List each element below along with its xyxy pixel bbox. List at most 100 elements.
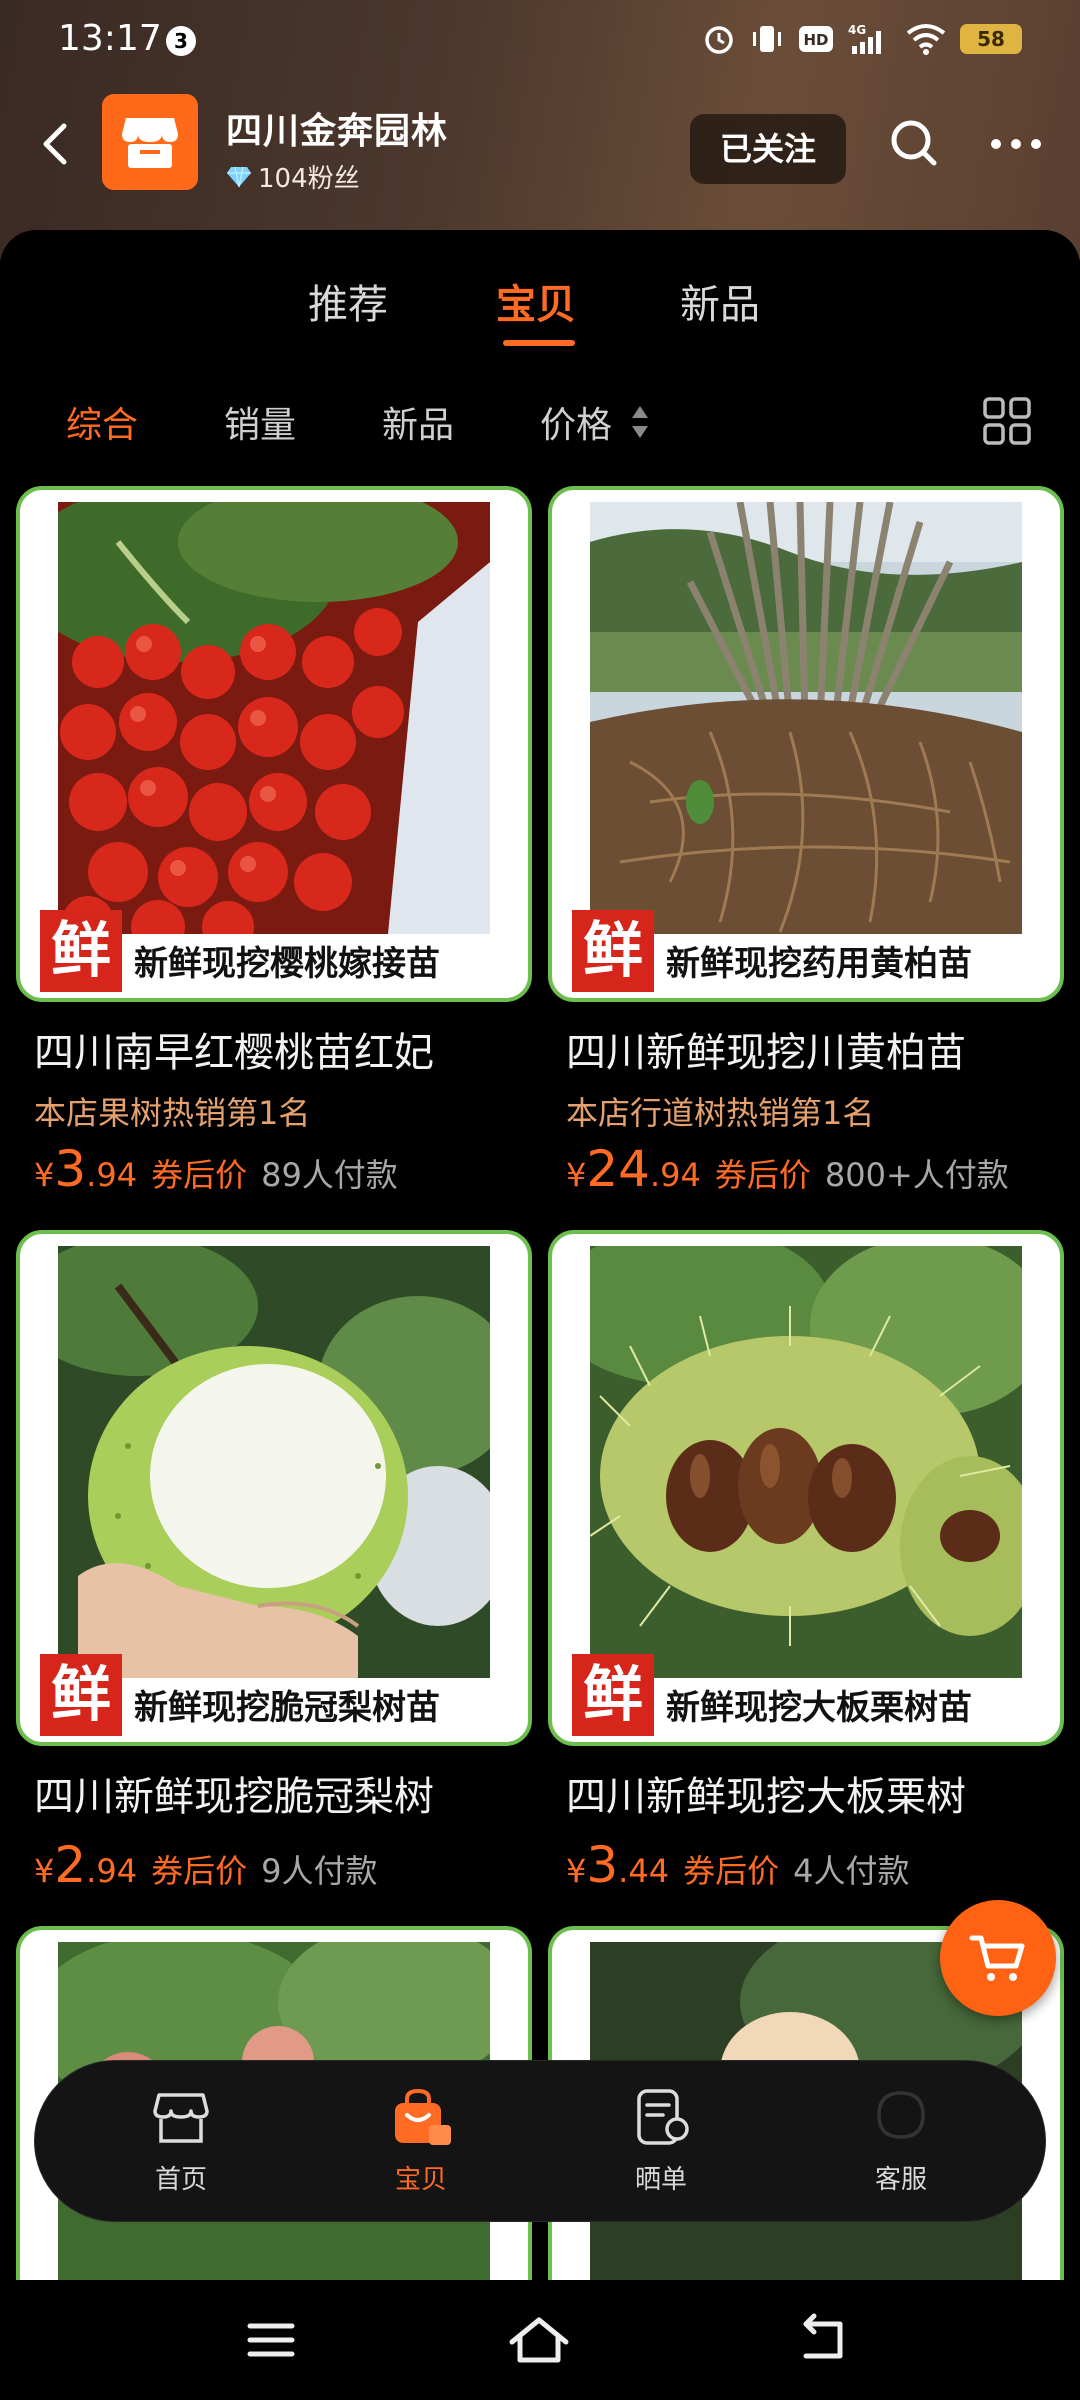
pear-photo — [58, 1246, 490, 1678]
tab-new-arrivals[interactable]: 新品 — [680, 272, 760, 330]
status-icons: HD 4G 58 — [702, 22, 1022, 56]
shop-fans: 104粉丝 — [226, 158, 360, 195]
nav-reviews[interactable]: 晒单 — [591, 2085, 731, 2205]
back-arrow-icon[interactable] — [30, 114, 80, 174]
storefront-icon — [122, 118, 178, 168]
product-title[interactable]: 四川新鲜现挖大板栗树 — [566, 1764, 966, 1822]
menu-icon[interactable] — [236, 2310, 306, 2370]
more-options-icon[interactable] — [986, 114, 1046, 174]
home-icon[interactable] — [504, 2310, 574, 2370]
nav-label: 客服 — [874, 2165, 927, 2195]
sort-overall[interactable]: 综合 — [66, 396, 138, 448]
shop-logo[interactable] — [102, 94, 198, 190]
price-integer: 3 — [54, 1140, 87, 1198]
sort-arrows-icon[interactable] — [628, 402, 652, 442]
banner-text: 新鲜现挖大板栗树苗 — [666, 1688, 972, 1728]
price-label: 券后价 — [151, 1156, 248, 1194]
product-title[interactable]: 四川南早红樱桃苗红妃 — [34, 1020, 434, 1078]
back-icon[interactable] — [788, 2310, 858, 2370]
nav-products[interactable]: 宝贝 — [351, 2085, 491, 2205]
price-label: 券后价 — [683, 1852, 780, 1890]
hd-icon: HD — [799, 26, 833, 52]
fresh-badge: 鲜 — [572, 1654, 654, 1736]
price-decimal: .94 — [86, 1852, 138, 1890]
nav-label: 首页 — [154, 2165, 207, 2195]
follow-button[interactable]: 已关注 — [690, 114, 846, 184]
shop-header: 四川金奔园林 104粉丝 已关注 — [0, 84, 1080, 214]
search-icon[interactable] — [884, 114, 944, 174]
fans-count: 104粉丝 — [258, 164, 360, 194]
price-label: 券后价 — [714, 1156, 811, 1194]
banner-text: 新鲜现挖脆冠梨树苗 — [134, 1688, 440, 1728]
vibrate-icon — [753, 26, 781, 52]
wifi-icon — [906, 24, 946, 55]
svg-text:4G: 4G — [848, 23, 866, 37]
product-banner: 鲜 新鲜现挖大板栗树苗 — [572, 1654, 1040, 1736]
sort-new[interactable]: 新品 — [382, 396, 454, 448]
price-integer: 2 — [54, 1836, 87, 1894]
sort-price[interactable]: 价格 — [540, 396, 612, 448]
product-rank-tag: 本店行道树热销第1名 — [566, 1094, 875, 1132]
service-icon — [877, 2091, 925, 2139]
cherry-photo — [58, 502, 490, 934]
banner-text: 新鲜现挖樱桃嫁接苗 — [134, 944, 440, 984]
grid-view-icon[interactable] — [982, 396, 1032, 446]
price-decimal: .94 — [86, 1156, 138, 1194]
product-banner: 鲜 新鲜现挖樱桃嫁接苗 — [40, 910, 508, 992]
sort-sales[interactable]: 销量 — [224, 396, 296, 448]
product-banner: 鲜 新鲜现挖脆冠梨树苗 — [40, 1654, 508, 1736]
signal-4g-icon: 4G — [848, 23, 881, 54]
bottom-nav: 首页 宝贝 晒单 客服 — [34, 2060, 1046, 2222]
price-decimal: .94 — [649, 1156, 701, 1194]
chestnut-photo — [590, 1246, 1022, 1678]
product-image[interactable]: 鲜 新鲜现挖药用黄柏苗 — [548, 486, 1064, 1002]
price-row: ¥ 3 .44 券后价 4人付款 — [566, 1836, 909, 1894]
price-decimal: .44 — [618, 1852, 670, 1890]
product-title[interactable]: 四川新鲜现挖脆冠梨树 — [34, 1764, 434, 1822]
tab-recommend[interactable]: 推荐 — [308, 272, 388, 330]
sales-count: 89人付款 — [261, 1156, 398, 1194]
price-row: ¥ 2 .94 券后价 9人付款 — [34, 1836, 377, 1894]
product-banner: 鲜 新鲜现挖药用黄柏苗 — [572, 910, 1040, 992]
price-label: 券后价 — [151, 1852, 248, 1890]
fresh-badge: 鲜 — [572, 910, 654, 992]
nav-home[interactable]: 首页 — [111, 2085, 251, 2205]
nav-label: 晒单 — [634, 2165, 687, 2195]
price-integer: 24 — [586, 1140, 650, 1198]
sort-bar: 综合 销量 新品 价格 — [0, 396, 1080, 456]
battery-indicator: 58 — [960, 24, 1022, 54]
nav-service[interactable]: 客服 — [831, 2085, 971, 2205]
banner-text: 新鲜现挖药用黄柏苗 — [666, 944, 972, 984]
status-time: 13:17 — [58, 18, 162, 59]
active-tab-indicator — [503, 340, 575, 346]
svg-text:HD: HD — [803, 31, 828, 49]
notification-count-badge: 3 — [166, 26, 196, 56]
price-currency: ¥ — [34, 1852, 55, 1890]
nav-label: 宝贝 — [394, 2165, 447, 2195]
price-integer: 3 — [586, 1836, 619, 1894]
sales-count: 9人付款 — [261, 1852, 378, 1890]
cart-icon — [969, 1935, 1025, 1981]
product-image[interactable]: 鲜 新鲜现挖脆冠梨树苗 — [16, 1230, 532, 1746]
alarm-icon — [705, 26, 733, 54]
fresh-badge: 鲜 — [40, 910, 122, 992]
product-title[interactable]: 四川新鲜现挖川黄柏苗 — [566, 1020, 966, 1078]
price-row: ¥ 24 .94 券后价 800+人付款 — [566, 1140, 1009, 1198]
cart-button[interactable] — [940, 1900, 1056, 2016]
tab-products[interactable]: 宝贝 — [496, 272, 576, 330]
status-bar: 13:17 3 HD 4G 58 — [0, 0, 1080, 84]
sales-count: 4人付款 — [793, 1852, 910, 1890]
home-shop-icon — [153, 2093, 209, 2143]
sales-count: 800+人付款 — [824, 1156, 1009, 1194]
diamond-icon — [227, 166, 251, 187]
price-currency: ¥ — [566, 1156, 587, 1194]
product-image[interactable]: 鲜 新鲜现挖大板栗树苗 — [548, 1230, 1064, 1746]
product-image[interactable]: 鲜 新鲜现挖樱桃嫁接苗 — [16, 486, 532, 1002]
price-row: ¥ 3 .94 券后价 89人付款 — [34, 1140, 398, 1198]
price-currency: ¥ — [34, 1156, 55, 1194]
main-tabs: 推荐 宝贝 新品 — [0, 272, 1080, 352]
shop-name: 四川金奔园林 — [226, 111, 449, 152]
fresh-badge: 鲜 — [40, 1654, 122, 1736]
bag-icon — [395, 2088, 451, 2145]
product-rank-tag: 本店果树热销第1名 — [34, 1094, 311, 1132]
